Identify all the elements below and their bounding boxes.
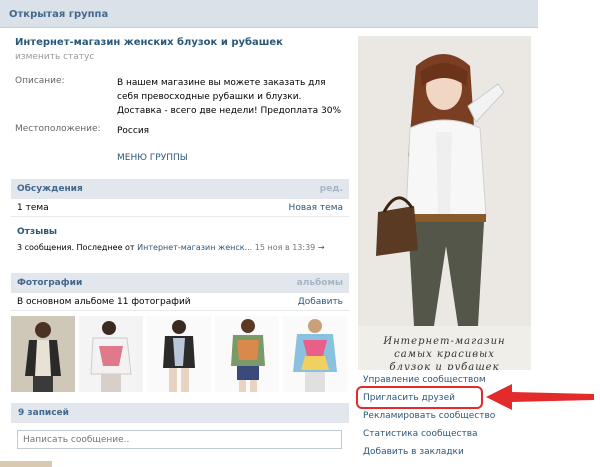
bottom-corner-fragment [0, 461, 52, 467]
manage-community-link[interactable]: Управление сообществом [363, 375, 486, 385]
discussions-title[interactable]: Обсуждения [17, 184, 83, 194]
group-name: Интернет-магазин женских блузок и рубаше… [15, 37, 283, 48]
photos-title[interactable]: Фотографии [17, 278, 82, 288]
wall-post-count[interactable]: 9 записей [18, 408, 69, 418]
albums-link[interactable]: альбомы [297, 278, 343, 288]
add-bookmark-link[interactable]: Добавить в закладки [363, 447, 464, 457]
add-photo-link[interactable]: Добавить [298, 297, 343, 307]
discussions-header: Обсуждения ред. [11, 179, 349, 199]
wall-post-input[interactable] [17, 430, 342, 449]
reviews-last-date: 15 ноя в 13:39 [254, 243, 316, 252]
description-label: Описание: [15, 76, 65, 86]
photo-thumbnail[interactable] [79, 316, 143, 392]
model-photo [358, 36, 531, 370]
avatar-caption-line-1: Интернет-магазин [383, 336, 506, 347]
photos-header: Фотографии альбомы [11, 273, 349, 293]
avatar-caption-line-3: блузок и рубашек [389, 362, 500, 370]
location-label: Местоположение: [15, 124, 101, 134]
photo-thumbnail[interactable] [215, 316, 279, 392]
photo-thumbnail[interactable] [147, 316, 211, 392]
wall-header: 9 записей [11, 403, 349, 423]
page-title: Открытая группа [9, 9, 109, 20]
change-status-link[interactable]: изменить статус [15, 52, 94, 62]
reviews-topic-meta: 3 сообщения. Последнее от Интернет-магаз… [17, 243, 325, 252]
new-topic-link[interactable]: Новая тема [289, 203, 343, 213]
avatar-caption-line-2: самых красивых [394, 349, 495, 360]
photo-strip [11, 316, 349, 392]
topic-count[interactable]: 1 тема [17, 203, 49, 213]
reviews-last-author-link[interactable]: Интернет-магазин женск... [137, 243, 252, 252]
group-menu-link[interactable]: МЕНЮ ГРУППЫ [117, 153, 188, 163]
album-info: В основном альбоме 11 фотографий [17, 297, 191, 307]
discussions-summary-row: 1 тема Новая тема [11, 199, 349, 217]
reviews-meta-text: 3 сообщения. Последнее от [17, 243, 135, 252]
reviews-topic-title[interactable]: Отзывы [17, 227, 57, 237]
photo-thumbnail[interactable] [283, 316, 347, 392]
invite-friends-highlight [356, 386, 483, 409]
photos-summary-row: В основном альбоме 11 фотографий Добавит… [11, 293, 349, 311]
page-header: Открытая группа [0, 0, 538, 28]
go-to-last-post-icon[interactable]: → [318, 243, 325, 252]
photo-thumbnail[interactable] [11, 316, 75, 392]
discussions-edit-link[interactable]: ред. [320, 184, 343, 194]
community-stats-link[interactable]: Статистика сообщества [363, 429, 478, 439]
advertise-community-link[interactable]: Рекламировать сообщество [363, 411, 495, 421]
description-value: В нашем магазине вы можете заказать для … [117, 78, 342, 116]
location-value: Россия [117, 126, 150, 136]
group-avatar[interactable]: Интернет-магазин самых красивых блузок и… [358, 36, 531, 370]
red-arrow-icon [486, 384, 594, 410]
